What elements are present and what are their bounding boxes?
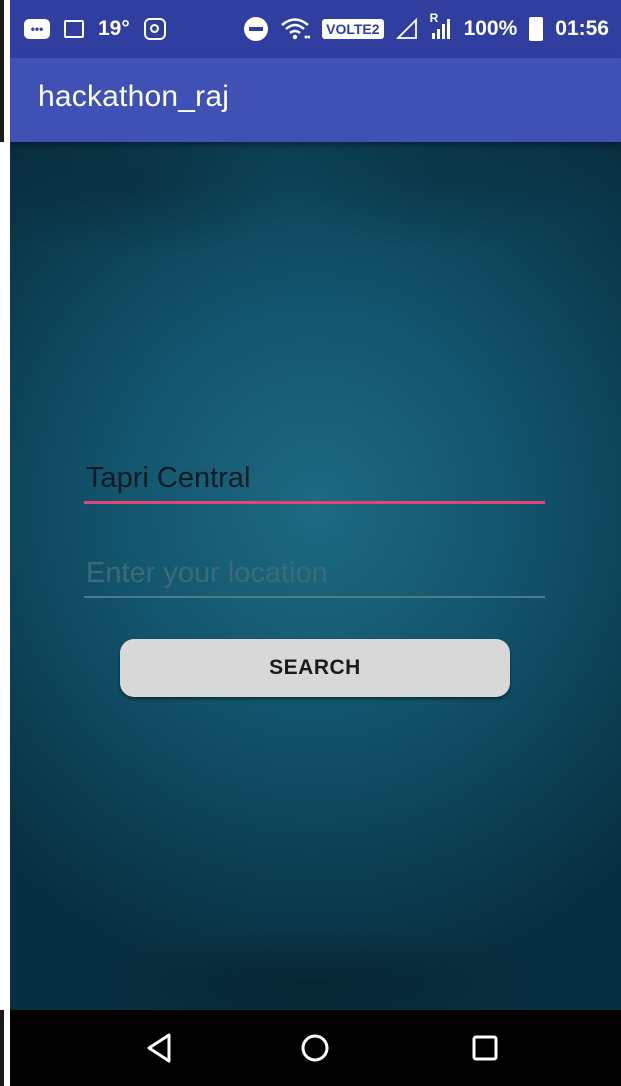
signal-empty-icon (395, 18, 418, 40)
instagram-icon (143, 18, 166, 40)
left-edge-line-top (0, 0, 4, 142)
status-bar: ••• 19° VOLTE2 R 100% 01:56 (10, 0, 621, 58)
home-icon (301, 1034, 329, 1062)
battery-percent-text: 100% (463, 17, 518, 40)
phone-screen: ••• 19° VOLTE2 R 100% 01:56 hackathon_ra… (10, 0, 621, 1086)
app-bar: hackathon_raj (10, 58, 621, 142)
navigation-bar (10, 1010, 621, 1086)
clock-text: 01:56 (555, 17, 609, 40)
recents-icon (472, 1035, 498, 1061)
back-button[interactable] (110, 1010, 210, 1086)
wifi-icon (280, 17, 311, 41)
recents-button[interactable] (435, 1010, 535, 1086)
status-bar-right: VOLTE2 R 100% 01:56 (244, 11, 609, 41)
home-button[interactable] (265, 1010, 365, 1086)
do-not-disturb-icon (244, 17, 269, 41)
temperature-text: 19° (98, 17, 130, 40)
signal-icon: R (430, 11, 452, 41)
search-button[interactable]: SEARCH (120, 639, 510, 697)
gallery-icon (64, 20, 84, 38)
volte-badge: VOLTE2 (322, 19, 384, 39)
chat-icon: ••• (24, 19, 50, 39)
app-title: hackathon_raj (38, 80, 230, 113)
left-edge-line-bottom (0, 1010, 4, 1086)
roaming-label: R (429, 11, 439, 25)
location-input[interactable] (84, 554, 545, 598)
place-name-input[interactable] (84, 460, 545, 504)
status-bar-left: ••• 19° (24, 17, 166, 41)
battery-icon (529, 17, 544, 41)
back-icon (147, 1033, 171, 1063)
main-content: SEARCH (10, 142, 621, 1010)
